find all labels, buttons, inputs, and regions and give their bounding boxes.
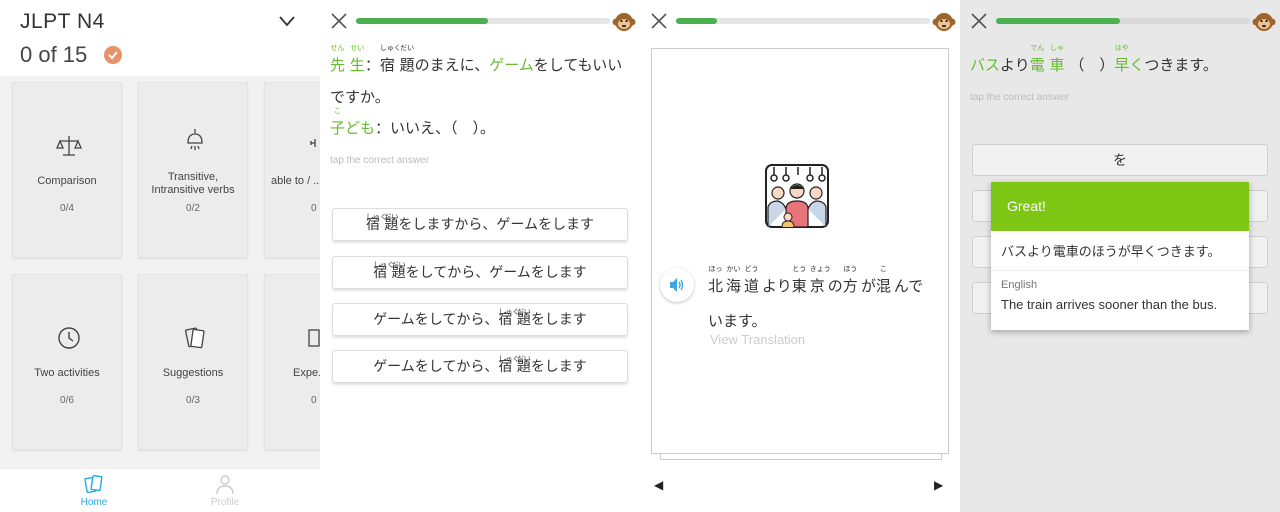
sentence-text: んで <box>893 277 924 295</box>
translation-text: The train arrives sooner than the bus. <box>1001 297 1218 312</box>
question-line-3: こ子ども：いいえ、（ ）。 <box>330 107 496 137</box>
lesson-card-comparison[interactable]: Comparison 0/4 <box>12 82 122 258</box>
next-button[interactable]: ▶ <box>934 478 943 492</box>
monkey-icon <box>932 13 956 31</box>
bottom-nav: Home Profile <box>0 468 320 512</box>
feedback-popup: Great! バスより電車のほうが早くつきます。 English The tra… <box>991 182 1249 330</box>
lesson-card-suggestions[interactable]: Suggestions 0/3 <box>138 274 248 450</box>
example-sentence-line-1: ほっ北かい海どう道より とう東きょう京のほう方がこ混んで <box>708 265 924 296</box>
play-audio-button[interactable] <box>660 268 694 302</box>
home-screen: JLPT N4 0 of 15 Comparison 0/4 Transitiv… <box>0 0 320 512</box>
lesson-progress-bar <box>996 18 1250 24</box>
monkey-icon <box>1252 13 1276 31</box>
translation-language: English <box>1001 279 1038 291</box>
card-title: Two activities <box>34 367 100 379</box>
answer-option-3[interactable]: ゲームをしてから、 しゅく宿 だい 題をします <box>332 303 628 336</box>
card-title: Transitive, Intransitive verbs <box>151 171 235 196</box>
scales-icon <box>56 136 82 156</box>
furigana-kanji: ほう方 <box>842 265 858 295</box>
page-title: JLPT N4 <box>20 10 105 33</box>
card-count: 0/3 <box>186 395 200 406</box>
quiz-screen: せん先 せい 生： しゅく宿 だい 題のまえに、ゲームをしてもいい ですか。 こ子ども… <box>320 0 640 512</box>
card-stack-edge <box>660 454 942 460</box>
feedback-header: Great! <box>991 182 1249 231</box>
card-title: able to / ... <box>271 175 320 187</box>
card-count: 0 <box>311 203 317 214</box>
question-line-2: ですか。 <box>330 88 390 106</box>
monkey-icon <box>612 13 636 31</box>
prev-button[interactable]: ◀ <box>654 478 663 492</box>
question-sentence: バスより でん電 しゃ車 （ ）はや 早くつきます。 <box>970 44 1218 74</box>
card-title: Suggestions <box>162 367 224 379</box>
furigana-kanji: とう東 <box>791 265 807 295</box>
crowded-train-illustration <box>765 164 829 228</box>
chevron-down-icon[interactable] <box>278 12 296 30</box>
close-icon[interactable] <box>330 12 348 30</box>
lesson-card-able-to[interactable]: able to / ... 0 <box>264 82 320 258</box>
example-sentence-line-2: います。 <box>708 312 767 330</box>
card-count: 0/2 <box>186 203 200 214</box>
lesson-card-experience[interactable]: Expe... 0 <box>264 274 320 450</box>
furigana-kanji: ほっ北 <box>708 265 724 295</box>
card-count: 0/4 <box>60 203 74 214</box>
progress-count: 0 of 15 <box>20 42 88 67</box>
progress-fill <box>676 18 717 24</box>
sentence-text: より <box>762 277 792 295</box>
sentence-text: が <box>860 277 876 295</box>
card-count: 0 <box>311 395 317 406</box>
answer-option-4[interactable]: ゲームをしてから、 しゅく宿 だい 題をします <box>332 350 628 383</box>
nav-home[interactable]: Home <box>54 473 134 508</box>
progress-fill <box>356 18 489 24</box>
furigana-kanji: かい海 <box>726 265 742 295</box>
check-circle-icon <box>104 46 122 64</box>
nav-profile[interactable]: Profile <box>185 473 265 508</box>
nav-profile-label: Profile <box>210 497 240 508</box>
person-icon <box>216 475 234 495</box>
close-icon[interactable] <box>970 12 988 30</box>
card-title: Expe... <box>293 367 320 379</box>
furigana-kanji: どう道 <box>744 265 760 295</box>
clock-icon <box>58 327 80 349</box>
view-translation-link[interactable]: View Translation <box>710 332 805 347</box>
example-card[interactable] <box>651 48 949 454</box>
progress-fill <box>996 18 1121 24</box>
card-title: Comparison <box>37 175 97 187</box>
example-screen: ほっ北かい海どう道より とう東きょう京のほう方がこ混んで います。 View Tr… <box>640 0 960 512</box>
answer-option-1[interactable]: を <box>972 144 1268 176</box>
close-icon[interactable] <box>650 12 668 30</box>
lamp-icon <box>187 129 203 150</box>
feedback-screen: バスより でん電 しゃ車 （ ）はや 早くつきます。 tap the correct… <box>960 0 1280 512</box>
nav-home-label: Home <box>80 497 108 508</box>
speaker-icon <box>670 278 684 292</box>
lesson-card-transitive[interactable]: Transitive, Intransitive verbs 0/2 <box>138 82 248 258</box>
cards-icon <box>184 327 205 349</box>
card-count: 0/6 <box>60 395 74 406</box>
question-line-1: せん先 せい 生： しゅく宿 だい 題のまえに、ゲームをしてもいい <box>330 44 623 74</box>
lesson-progress-bar <box>356 18 610 24</box>
calendar-icon <box>308 329 320 347</box>
sentence-text: の <box>827 277 843 295</box>
furigana-kanji: きょう京 <box>809 265 831 295</box>
lesson-grid: Comparison 0/4 Transitive, Intransitive … <box>0 76 320 468</box>
instruction-hint: tap the correct answer <box>330 155 429 166</box>
lesson-card-two-activities[interactable]: Two activities 0/6 <box>12 274 122 450</box>
answer-option-1[interactable]: しゅく宿 だい 題をしますから、ゲームをします <box>332 208 628 241</box>
answer-option-2[interactable]: しゅく宿 だい 題をしてから、ゲームをします <box>332 256 628 289</box>
instruction-hint: tap the correct answer <box>970 92 1069 103</box>
lesson-progress-bar <box>676 18 930 24</box>
lock-icon <box>310 139 316 147</box>
cards-icon <box>84 474 103 494</box>
furigana-kanji: こ混 <box>875 265 891 295</box>
feedback-sentence: バスより電車のほうが早くつきます。 <box>991 231 1249 271</box>
